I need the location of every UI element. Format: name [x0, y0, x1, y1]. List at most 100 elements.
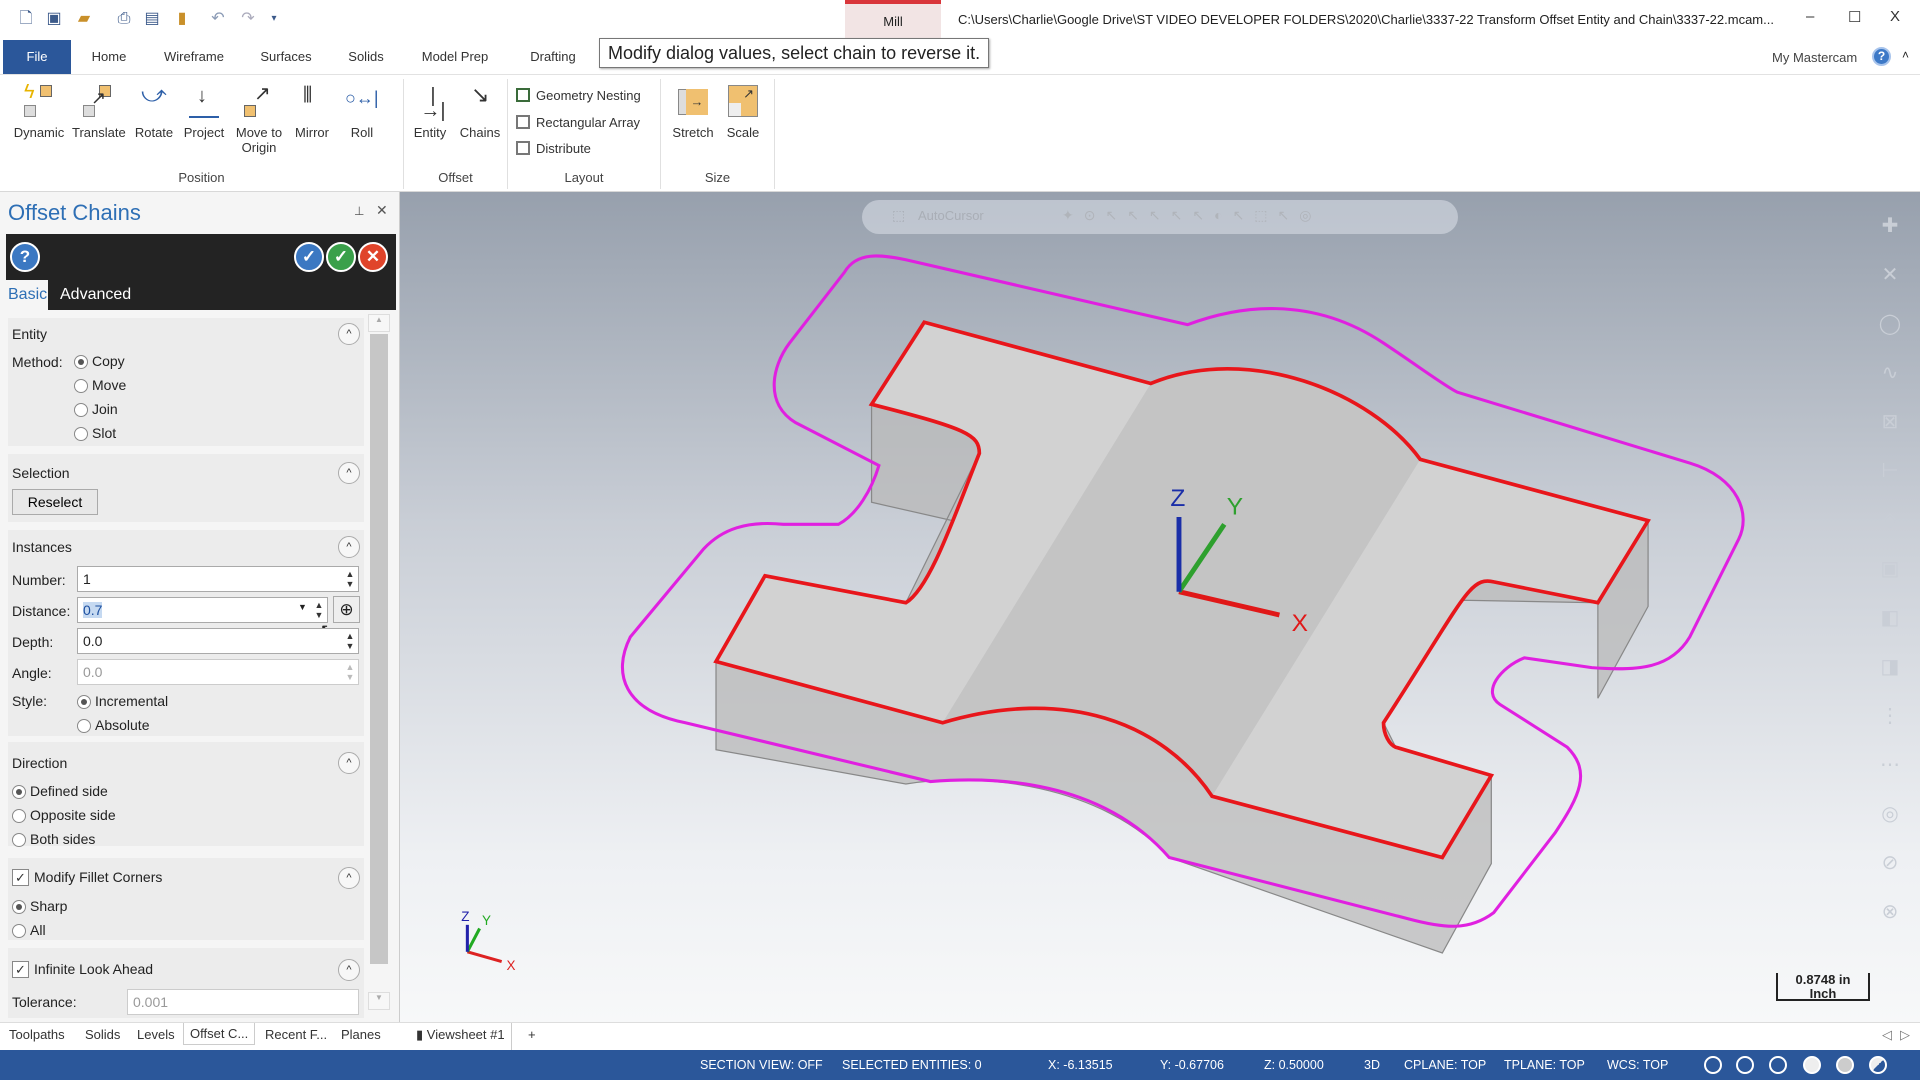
- rotate-button[interactable]: ⤻ Rotate: [128, 83, 180, 141]
- cplane-status[interactable]: CPLANE: TOP: [1404, 1058, 1486, 1072]
- distance-spinner[interactable]: ▲ ▼: [313, 600, 325, 620]
- tab-levels[interactable]: Levels: [137, 1027, 175, 1042]
- tab-basic[interactable]: Basic: [0, 280, 48, 310]
- reselect-button[interactable]: Reselect: [12, 489, 98, 515]
- scrollbar-thumb[interactable]: [370, 334, 388, 964]
- scroll-up-icon[interactable]: ▲: [368, 314, 390, 332]
- undo-icon[interactable]: ↶: [208, 9, 228, 29]
- distance-input[interactable]: 0.7: [77, 597, 328, 623]
- tab-home[interactable]: Home: [86, 40, 132, 74]
- tab-model-prep[interactable]: Model Prep: [416, 40, 494, 74]
- cancel-icon[interactable]: ✕: [358, 242, 388, 272]
- gview-isometric-icon[interactable]: [1704, 1056, 1722, 1074]
- depth-input[interactable]: 0.0: [77, 628, 359, 654]
- radio-icon: [12, 924, 26, 938]
- select-from-graphics-icon[interactable]: ⊕: [333, 596, 360, 623]
- save-icon[interactable]: ▣: [44, 9, 64, 29]
- panel-close-icon[interactable]: ✕: [376, 202, 388, 219]
- collapse-ribbon-icon[interactable]: ˄: [1902, 48, 1909, 62]
- minimize-button[interactable]: –: [1806, 8, 1814, 25]
- tab-surfaces[interactable]: Surfaces: [254, 40, 318, 74]
- tplane-status[interactable]: TPLANE: TOP: [1504, 1058, 1585, 1072]
- tab-solids[interactable]: Solids: [344, 40, 388, 74]
- tab-file[interactable]: File: [3, 40, 71, 74]
- tab-drafting[interactable]: Drafting: [522, 40, 584, 74]
- ok-icon[interactable]: ✓: [326, 242, 356, 272]
- wireframe-shaded-icon[interactable]: [1836, 1056, 1854, 1074]
- scale-unit: Inch: [1809, 986, 1837, 1001]
- offset-entity-button[interactable]: |→| Entity: [404, 85, 456, 140]
- direction-heading: Direction: [12, 755, 68, 771]
- tab-solids-manager[interactable]: Solids: [85, 1027, 120, 1042]
- distance-label: Distance:: [12, 603, 71, 619]
- shaded-icon[interactable]: [1803, 1056, 1821, 1074]
- tab-toolpaths[interactable]: Toolpaths: [9, 1027, 65, 1042]
- ok-and-create-new-icon[interactable]: ✓: [294, 242, 324, 272]
- tab-wireframe[interactable]: Wireframe: [158, 40, 230, 74]
- distribute-button[interactable]: Distribute: [516, 140, 591, 158]
- section-view-status[interactable]: SECTION VIEW: OFF: [700, 1058, 823, 1072]
- open-folder-icon[interactable]: ▰: [74, 9, 94, 29]
- mirror-icon: ⫴: [303, 82, 313, 107]
- collapse-lookahead-icon[interactable]: ^: [338, 959, 360, 981]
- gview-top-icon[interactable]: [1736, 1056, 1754, 1074]
- help-icon[interactable]: ?: [10, 242, 40, 272]
- collapse-fillet-icon[interactable]: ^: [338, 867, 360, 889]
- viewsheet-tab[interactable]: ▮ Viewsheet #1: [410, 1023, 512, 1050]
- tab-offset-chains[interactable]: Offset C...: [183, 1023, 256, 1045]
- scale-icon: ↗: [726, 85, 760, 119]
- layout-group: Geometry Nesting Rectangular Array Distr…: [508, 79, 661, 189]
- help-icon[interactable]: ?: [1872, 47, 1891, 66]
- geometry-nesting-button[interactable]: Geometry Nesting: [516, 87, 641, 105]
- add-viewsheet-button[interactable]: +: [528, 1027, 536, 1042]
- number-spinner[interactable]: ▲ ▼: [344, 569, 356, 589]
- pin-icon[interactable]: ⊥: [354, 204, 364, 218]
- new-file-icon[interactable]: 🗋: [16, 9, 36, 29]
- save-as-icon[interactable]: ▤: [142, 9, 162, 29]
- collapse-entity-icon[interactable]: ^: [338, 323, 360, 345]
- view-tools-column[interactable]: ✚ ✕ ◯ ∿ ⊠ ⊢ ◈ ▣ ◧ ◨ ⋮ ⋯ ◎ ⊘ ⊗: [1870, 202, 1910, 962]
- move-to-origin-button[interactable]: ↗ Move to Origin: [232, 84, 286, 155]
- angle-input[interactable]: 0.0: [77, 659, 359, 685]
- stretch-button[interactable]: → Stretch: [667, 85, 719, 140]
- collapse-instances-icon[interactable]: ^: [338, 536, 360, 558]
- scale-button[interactable]: ↗ Scale: [717, 85, 769, 140]
- radio-icon: [74, 355, 88, 369]
- offset-chains-button[interactable]: ↘ Chains: [454, 84, 506, 141]
- dynamic-icon: ϟ: [22, 82, 56, 119]
- tolerance-input[interactable]: 0.001: [127, 989, 359, 1015]
- close-button[interactable]: X: [1890, 8, 1900, 25]
- maximize-button[interactable]: ☐: [1848, 8, 1861, 26]
- mirror-button[interactable]: ⫴ Mirror: [286, 82, 338, 141]
- graphics-viewport[interactable]: AutoCursor ⬚ ✦⊙↖↖↖↖↖◐↖⬚↖◎ X Y Z X Y Z ✚ ✕…: [400, 192, 1920, 1022]
- panel-scrollbar[interactable]: ▲ ▼: [368, 314, 390, 1014]
- customize-qat-icon[interactable]: ▾: [264, 9, 284, 29]
- translate-button[interactable]: ↗ Translate: [72, 85, 126, 140]
- mill-context-tab[interactable]: Mill: [845, 0, 941, 40]
- scroll-right-icon[interactable]: ▷: [1900, 1027, 1910, 1043]
- translucency-icon[interactable]: [1869, 1056, 1887, 1074]
- scroll-down-icon[interactable]: ▼: [368, 992, 390, 1010]
- tab-recent-functions[interactable]: Recent F...: [265, 1027, 327, 1042]
- depth-spinner[interactable]: ▲ ▼: [344, 631, 356, 651]
- distance-dropdown-icon[interactable]: ▼: [298, 602, 307, 612]
- roll-button[interactable]: ○↔| Roll: [336, 85, 388, 140]
- 3d-mode-toggle[interactable]: 3D: [1364, 1058, 1380, 1072]
- rectangular-array-button[interactable]: Rectangular Array: [516, 114, 640, 132]
- redo-icon[interactable]: ↷: [238, 9, 258, 29]
- tab-planes[interactable]: Planes: [341, 1027, 381, 1042]
- collapse-direction-icon[interactable]: ^: [338, 752, 360, 774]
- angle-spinner[interactable]: ▲ ▼: [344, 662, 356, 682]
- wcs-status[interactable]: WCS: TOP: [1607, 1058, 1668, 1072]
- scroll-left-icon[interactable]: ◁: [1882, 1027, 1892, 1043]
- tab-advanced[interactable]: Advanced: [60, 280, 131, 310]
- print-icon[interactable]: ⎙: [114, 9, 134, 29]
- number-input[interactable]: 1: [77, 566, 359, 592]
- my-mastercam-link[interactable]: My Mastercam: [1772, 50, 1857, 65]
- dynamic-button[interactable]: ϟ Dynamic: [13, 82, 65, 140]
- project-button[interactable]: ↓ Project: [178, 85, 230, 140]
- merge-icon[interactable]: ▮: [172, 9, 192, 29]
- collapse-selection-icon[interactable]: ^: [338, 462, 360, 484]
- panel-title: Offset Chains: [8, 200, 141, 225]
- gview-front-icon[interactable]: [1769, 1056, 1787, 1074]
